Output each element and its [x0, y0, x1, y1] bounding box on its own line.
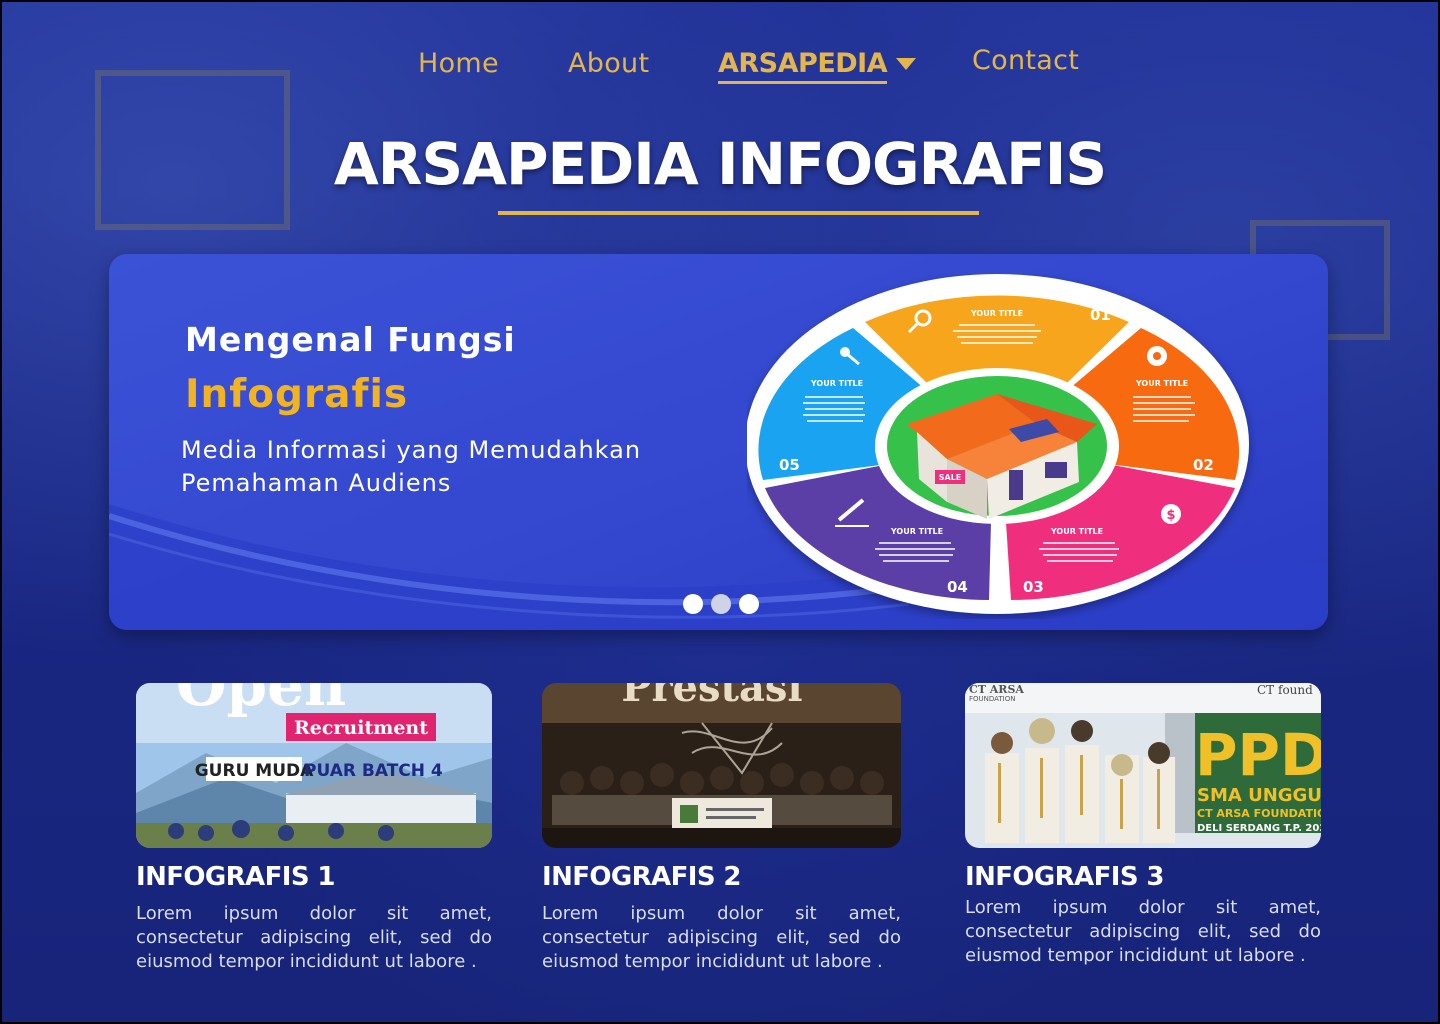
svg-text:FOUNDATION: FOUNDATION [969, 695, 1016, 703]
infografis-card-2[interactable]: Prestasi INFOGRAFIS 2 Lorem ipsum dolor [542, 683, 901, 974]
svg-text:05: 05 [779, 456, 800, 474]
svg-text:04: 04 [947, 578, 968, 596]
svg-text:Recruitment: Recruitment [294, 717, 428, 739]
svg-text:PUAR BATCH 4: PUAR BATCH 4 [304, 761, 443, 781]
svg-text:GURU MUDA: GURU MUDA [195, 761, 314, 781]
svg-text:$: $ [1166, 508, 1175, 523]
nav-arsapedia[interactable]: ARSAPEDIA [718, 48, 888, 84]
svg-text:YOUR TITLE: YOUR TITLE [1050, 527, 1103, 536]
dollar-icon: $ [1161, 504, 1181, 524]
card-description: Lorem ipsum dolor sit amet, consectetur … [542, 903, 901, 972]
house-sale-badge: SALE [939, 473, 962, 482]
nav-about[interactable]: About [568, 48, 649, 79]
carousel-dot-1[interactable] [683, 594, 703, 614]
svg-text:CT found: CT found [1257, 683, 1313, 697]
svg-text:CT ARSA FOUNDATION: CT ARSA FOUNDATION [1197, 807, 1321, 820]
main-nav: Home About ARSAPEDIA Contact [0, 40, 1440, 100]
nav-home[interactable]: Home [418, 48, 499, 79]
card-title: INFOGRAFIS 2 [542, 862, 741, 892]
carousel-dots [683, 594, 759, 614]
hero-carousel[interactable]: Mengenal Fungsi Infografis Media Informa… [109, 254, 1328, 630]
chevron-down-icon[interactable] [896, 58, 916, 70]
hero-subtitle: Media Informasi yang Memudahkan Pemahama… [181, 436, 642, 497]
svg-text:YOUR TITLE: YOUR TITLE [890, 527, 943, 536]
svg-text:SMA UNGGUL: SMA UNGGUL [1197, 785, 1321, 806]
carousel-dot-2[interactable] [711, 594, 731, 614]
svg-text:01: 01 [1090, 306, 1111, 324]
card-title: INFOGRAFIS 1 [136, 862, 335, 892]
card-description: Lorem ipsum dolor sit amet, consectetur … [965, 897, 1321, 966]
carousel-dot-3[interactable] [739, 594, 759, 614]
card-title: INFOGRAFIS 3 [965, 862, 1164, 892]
svg-text:03: 03 [1023, 578, 1044, 596]
card-image-3[interactable]: CT ARSA FOUNDATION CT found PPDB SMA UNG… [965, 683, 1321, 848]
title-underline [498, 211, 979, 215]
svg-text:PPDB: PPDB [1195, 721, 1321, 789]
hero-highlight: Infografis [185, 372, 409, 417]
infografis-card-3[interactable]: CT ARSA FOUNDATION CT found PPDB SMA UNG… [965, 683, 1321, 968]
card-image-2[interactable]: Prestasi [542, 683, 901, 848]
location-pin-icon [1147, 346, 1167, 366]
infographic-wheel: SALE YOUR TITLE 01 YOUR TITLE 02 YOUR TI… [747, 274, 1249, 614]
svg-text:YOUR TITLE: YOUR TITLE [810, 379, 863, 388]
hero-heading: Mengenal Fungsi [185, 320, 516, 359]
svg-text:Prestasi: Prestasi [621, 683, 802, 711]
infografis-card-1[interactable]: Open Recruitment GURU MUDA PUAR BATCH 4 … [136, 683, 492, 974]
svg-text:02: 02 [1193, 456, 1214, 474]
svg-text:DELI SERDANG T.P. 2024/2: DELI SERDANG T.P. 2024/2 [1197, 823, 1321, 834]
nav-contact[interactable]: Contact [972, 45, 1079, 76]
svg-text:YOUR TITLE: YOUR TITLE [1135, 379, 1188, 388]
svg-text:YOUR TITLE: YOUR TITLE [970, 309, 1023, 318]
card-image-1[interactable]: Open Recruitment GURU MUDA PUAR BATCH 4 [136, 683, 492, 848]
card-description: Lorem ipsum dolor sit amet, consectetur … [136, 903, 492, 972]
page-title: ARSAPEDIA INFOGRAFIS [333, 130, 1107, 198]
